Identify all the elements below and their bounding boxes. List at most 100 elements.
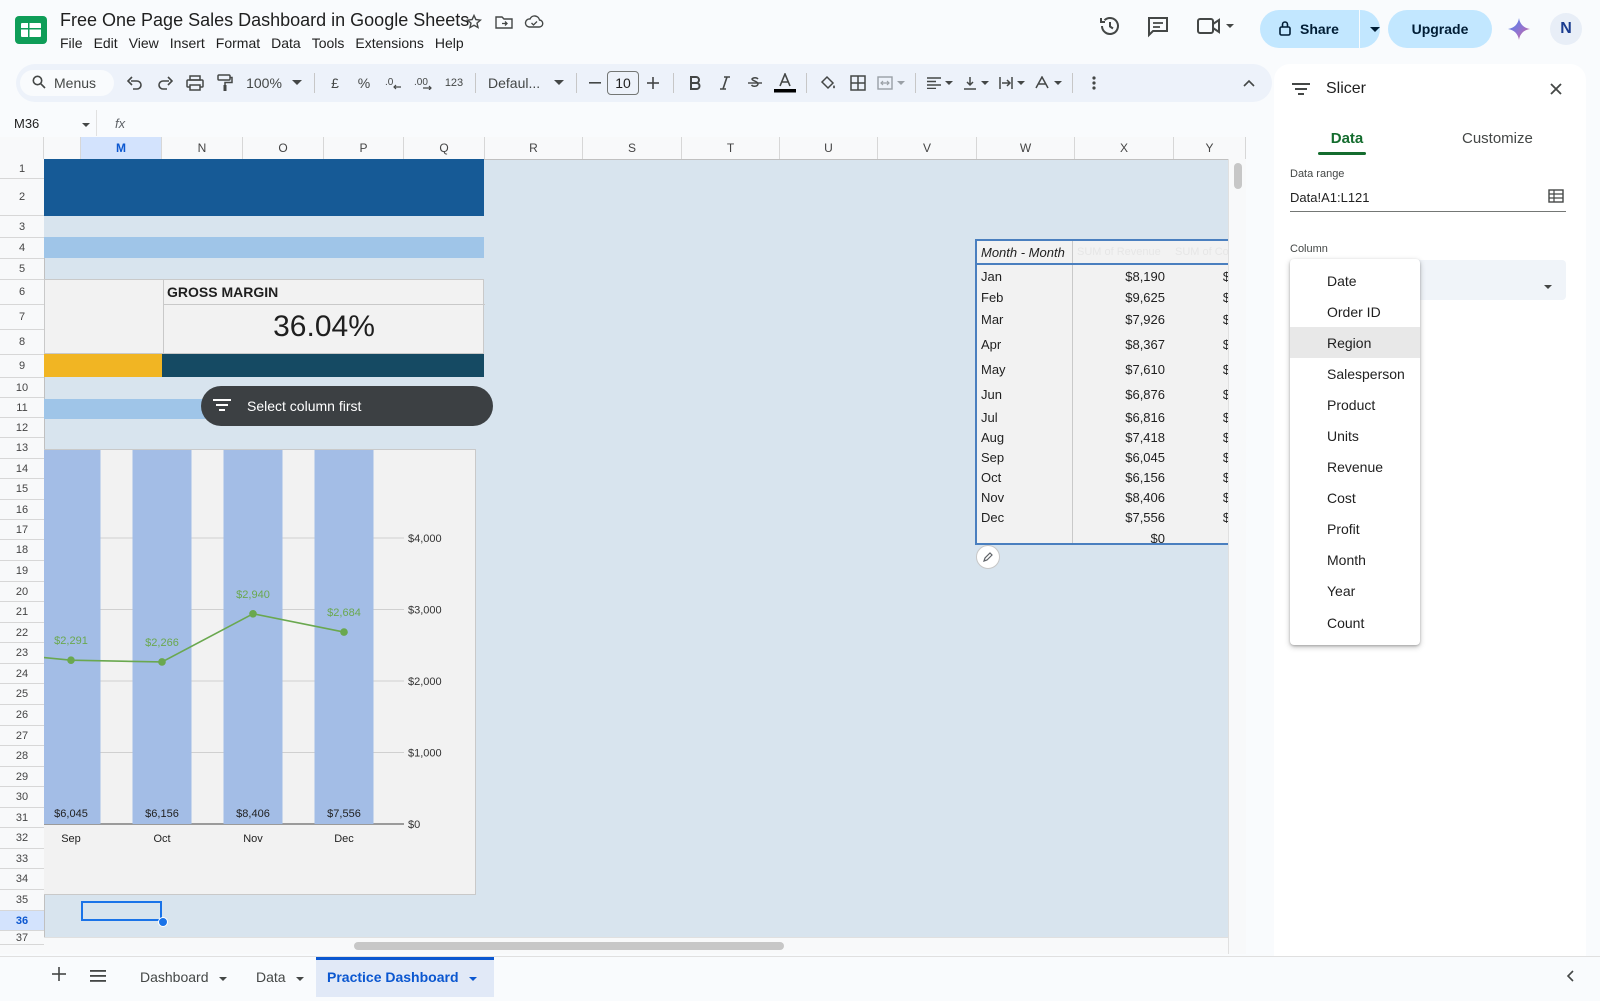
undo-icon[interactable] (120, 68, 150, 98)
more-options-icon[interactable] (1079, 68, 1109, 98)
row-header[interactable]: 4 (0, 238, 44, 259)
row-header[interactable]: 1 (0, 159, 44, 179)
column-header-q[interactable]: Q (404, 137, 485, 159)
spreadsheet-grid[interactable]: M N O P Q R S T U V W X Y 1 2 3 4 5 6 7 8 9 10 11 1… (0, 137, 1246, 954)
column-header-w[interactable]: W (977, 137, 1075, 159)
row-header[interactable]: 24 (0, 664, 44, 684)
merge-cells-icon[interactable] (873, 68, 909, 98)
horizontal-scrollbar[interactable] (44, 937, 1228, 954)
collapse-toolbar-icon[interactable] (1234, 68, 1264, 98)
row-header[interactable]: 33 (0, 849, 44, 869)
move-folder-icon[interactable] (494, 12, 514, 32)
row-header[interactable]: 20 (0, 582, 44, 602)
row-header[interactable]: 28 (0, 746, 44, 767)
menu-extensions[interactable]: Extensions (355, 35, 430, 51)
row-header[interactable]: 19 (0, 561, 44, 582)
row-header[interactable]: 17 (0, 520, 44, 540)
column-select-dropdown-icon[interactable] (1544, 277, 1552, 295)
select-range-icon[interactable] (1548, 189, 1564, 206)
text-color-icon[interactable] (770, 68, 800, 98)
edit-pivot-icon[interactable] (976, 545, 1000, 569)
column-header-y[interactable]: Y (1174, 137, 1246, 159)
all-sheets-icon[interactable] (90, 969, 106, 987)
more-formats-button[interactable]: 123 (439, 68, 469, 98)
row-header[interactable]: 25 (0, 684, 44, 705)
sheets-logo-icon[interactable] (14, 14, 48, 46)
menu-file[interactable]: File (60, 35, 90, 51)
font-size-input[interactable]: 10 (607, 71, 639, 95)
row-header[interactable]: 14 (0, 459, 44, 479)
column-option-salesperson[interactable]: Salesperson (1290, 358, 1420, 389)
tab-data[interactable]: Data (1324, 130, 1370, 147)
row-header[interactable]: 15 (0, 479, 44, 500)
row-header[interactable]: 10 (0, 378, 44, 398)
column-option-cost[interactable]: Cost (1290, 483, 1420, 514)
column-option-profit[interactable]: Profit (1290, 514, 1420, 545)
row-header[interactable]: 9 (0, 355, 44, 378)
search-menus[interactable]: Menus (20, 70, 114, 96)
zoom-select[interactable]: 100% (240, 68, 308, 98)
menu-help[interactable]: Help (435, 35, 471, 51)
row-header[interactable]: 22 (0, 623, 44, 643)
add-sheet-icon[interactable] (52, 967, 66, 986)
italic-icon[interactable] (710, 68, 740, 98)
share-button[interactable]: Share (1260, 10, 1380, 48)
percent-format-button[interactable]: % (349, 68, 379, 98)
column-option-date[interactable]: Date (1290, 265, 1420, 296)
menu-view[interactable]: View (129, 35, 166, 51)
column-option-units[interactable]: Units (1290, 420, 1420, 451)
horizontal-scroll-thumb[interactable] (354, 942, 784, 950)
row-header[interactable]: 8 (0, 330, 44, 355)
row-header[interactable]: 6 (0, 280, 44, 305)
increase-font-size-icon[interactable] (639, 68, 667, 98)
sheet-tab-practice-dashboard[interactable]: Practice Dashboard (316, 957, 494, 997)
column-header-p[interactable]: P (324, 137, 404, 159)
sheet-tab-menu-icon[interactable] (295, 969, 304, 985)
cloud-saved-icon[interactable] (524, 12, 544, 32)
column-option-count[interactable]: Count (1290, 607, 1420, 638)
data-range-input[interactable]: Data!A1:L121 (1290, 184, 1566, 212)
menu-edit[interactable]: Edit (94, 35, 125, 51)
vertical-scroll-thumb[interactable] (1234, 163, 1242, 189)
decrease-font-size-icon[interactable] (583, 68, 607, 98)
row-header[interactable]: 26 (0, 705, 44, 726)
revenue-profit-chart[interactable]: $0$1,000$2,000$3,000$4,000Aug$6,045Sep$6… (0, 222, 476, 895)
column-header-s[interactable]: S (583, 137, 682, 159)
column-option-month[interactable]: Month (1290, 545, 1420, 576)
close-icon[interactable] (1550, 82, 1562, 100)
sheet-tab-menu-icon[interactable] (218, 969, 227, 985)
row-header[interactable]: 31 (0, 808, 44, 828)
fill-color-icon[interactable] (813, 68, 843, 98)
row-header[interactable]: 5 (0, 259, 44, 280)
column-header-x[interactable]: X (1075, 137, 1174, 159)
fill-handle[interactable] (158, 917, 168, 927)
row-header[interactable]: 11 (0, 398, 44, 418)
column-header-m[interactable]: M (81, 137, 162, 159)
row-header[interactable]: 34 (0, 869, 44, 890)
menu-insert[interactable]: Insert (170, 35, 212, 51)
sheet-tab-dashboard[interactable]: Dashboard (128, 957, 252, 997)
sheet-tab-menu-icon[interactable] (468, 969, 477, 985)
select-all-corner[interactable] (0, 137, 44, 159)
column-header-u[interactable]: U (780, 137, 878, 159)
column-option-year[interactable]: Year (1290, 576, 1420, 607)
formula-bar[interactable]: fx (96, 110, 1256, 136)
row-header[interactable]: 18 (0, 540, 44, 561)
document-title[interactable]: Free One Page Sales Dashboard in Google … (60, 10, 469, 31)
collapse-side-panel-icon[interactable] (1566, 969, 1574, 987)
column-option-region[interactable]: Region (1290, 327, 1420, 359)
star-icon[interactable] (464, 12, 484, 32)
horizontal-align-icon[interactable] (922, 68, 958, 98)
version-history-icon[interactable] (1098, 14, 1122, 43)
tab-customize[interactable]: Customize (1462, 130, 1533, 147)
row-header[interactable]: 2 (0, 179, 44, 216)
row-header[interactable]: 30 (0, 787, 44, 808)
row-header[interactable]: 13 (0, 438, 44, 459)
column-header-n[interactable]: N (162, 137, 243, 159)
currency-format-button[interactable]: £ (321, 68, 349, 98)
row-header[interactable]: 32 (0, 828, 44, 849)
column-option-product[interactable]: Product (1290, 389, 1420, 420)
print-icon[interactable] (180, 68, 210, 98)
active-cell-selection[interactable] (81, 901, 162, 921)
redo-icon[interactable] (150, 68, 180, 98)
